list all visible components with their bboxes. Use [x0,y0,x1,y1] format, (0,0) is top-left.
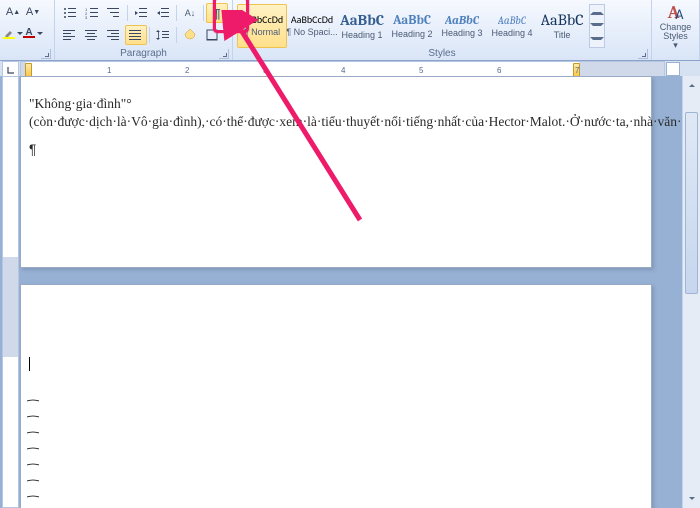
font-dialog-launcher[interactable] [41,49,51,59]
style--no-spaci-[interactable]: AaBbCcDd¶ No Spaci... [287,4,337,48]
scroll-up-button[interactable] [683,76,700,92]
style-heading-2[interactable]: AaBbCHeading 2 [387,4,437,48]
page-2-cursor-line[interactable] [21,355,651,383]
left-indent-marker[interactable] [25,63,32,77]
gallery-more-button[interactable] [590,33,604,47]
document-paragraph-1[interactable]: "Không·gia·đình"°(còn·được·dịch·là·Vô·gi… [21,77,651,141]
paragraph-group-label: Paragraph [55,48,232,60]
bullets-button[interactable] [59,3,81,23]
font-color-button[interactable]: A [24,24,42,42]
styles-gallery[interactable]: AaBbCcDd¶ NormalAaBbCcDd¶ No Spaci...AaB… [237,3,587,48]
vertical-ruler[interactable] [2,76,19,508]
styles-dialog-launcher[interactable] [638,49,648,59]
styles-gallery-scroll[interactable] [589,4,605,48]
sort-button[interactable]: A↓ [179,3,201,23]
align-center-button[interactable] [81,25,103,45]
style--normal[interactable]: AaBbCcDd¶ Normal [237,4,287,48]
font-group-tail: A▲ A▼ A [0,0,55,60]
document-workspace: "Không·gia·đình"°(còn·được·dịch·là·Vô·gi… [0,76,700,508]
line-spacing-button[interactable] [152,25,174,45]
view-ruler-toggle[interactable] [666,62,680,76]
multilevel-list-button[interactable] [103,3,125,23]
horizontal-ruler[interactable]: 1234567 [20,61,665,77]
scroll-down-button[interactable] [683,492,700,508]
grow-font-button[interactable]: A▲ [4,3,22,21]
shrink-font-button[interactable]: A▼ [24,3,42,21]
page-2[interactable] [20,284,652,508]
style-title[interactable]: AaBbCTitle [537,4,587,48]
document-empty-paragraph[interactable]: ¶ [21,141,651,169]
highlight-color-button[interactable] [4,24,22,42]
page-2-margin-marks [25,397,41,508]
decrease-indent-button[interactable] [130,3,152,23]
page-1[interactable]: "Không·gia·đình"°(còn·được·dịch·là·Vô·gi… [20,76,652,268]
increase-indent-button[interactable] [152,3,174,23]
shading-button[interactable] [179,25,201,45]
text-cursor [29,357,30,371]
gallery-up-button[interactable] [590,5,604,19]
scrollbar-thumb[interactable] [685,112,698,294]
styles-group-label: Styles [233,48,651,60]
svg-text:3: 3 [85,15,88,19]
style-heading-3[interactable]: AaBbCHeading 3 [437,4,487,48]
align-right-button[interactable] [103,25,125,45]
style-heading-4[interactable]: AaBbCHeading 4 [487,4,537,48]
change-styles-icon: AA [668,2,684,23]
scrollbar-track[interactable] [683,92,700,492]
show-hide-pilcrow-button[interactable]: ¶ [206,3,228,23]
numbering-button[interactable]: 123 [81,3,103,23]
gallery-down-button[interactable] [590,19,604,33]
justify-button[interactable] [125,25,147,45]
borders-button[interactable] [201,25,223,45]
ribbon: A▲ A▼ A 123 [0,0,700,61]
styles-group: AaBbCcDd¶ NormalAaBbCcDd¶ No Spaci...AaB… [233,0,652,60]
paragraph-group: 123 A↓ ¶ Paragraph [55,0,233,60]
change-styles-button[interactable]: AA Change Styles ▾ [652,0,700,60]
style-heading-1[interactable]: AaBbCHeading 1 [337,4,387,48]
align-left-button[interactable] [59,25,81,45]
vertical-scrollbar[interactable] [682,76,700,508]
paragraph-dialog-launcher[interactable] [219,49,229,59]
